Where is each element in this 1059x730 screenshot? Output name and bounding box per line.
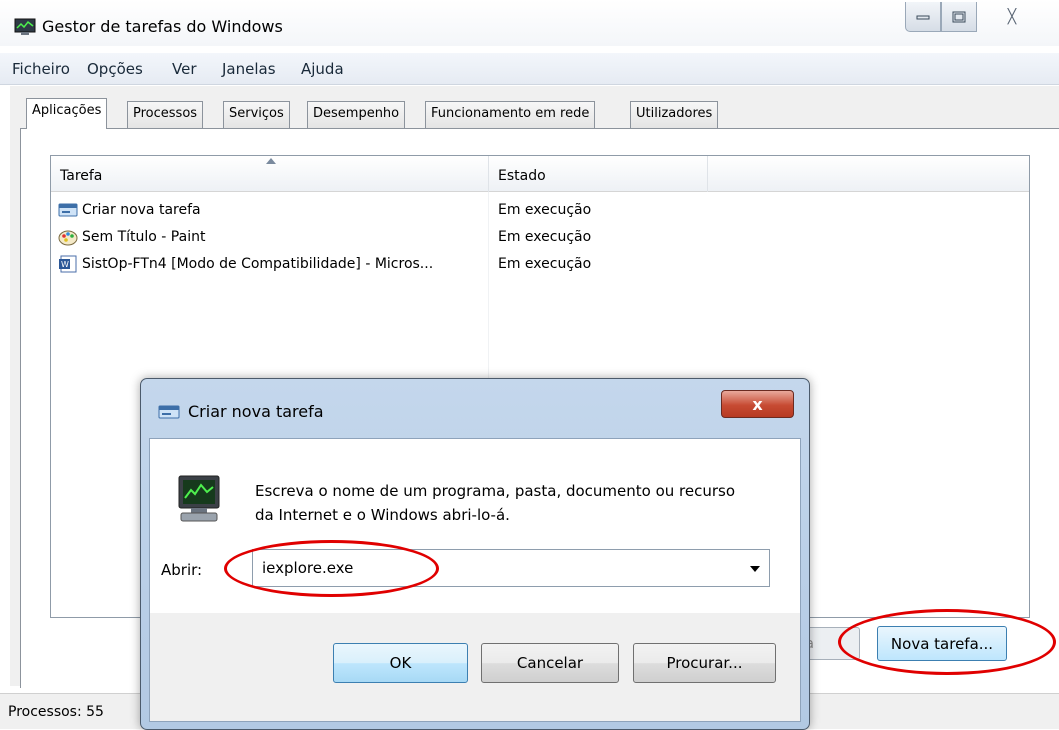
close-icon: x (752, 394, 763, 414)
tab-utilizadores[interactable]: Utilizadores (630, 101, 719, 128)
task-name: Sem Título - Paint (82, 229, 206, 245)
menu-opcoes[interactable]: Opções (87, 60, 143, 78)
maximize-button[interactable] (941, 2, 977, 32)
column-header-tarefa[interactable]: Tarefa (60, 168, 102, 184)
menu-ver[interactable]: Ver (172, 60, 197, 78)
maximize-icon (952, 11, 966, 22)
menu-ficheiro[interactable]: Ficheiro (12, 60, 70, 78)
minimize-icon (916, 15, 930, 19)
run-dialog-icon (58, 203, 78, 217)
sort-ascending-icon (266, 158, 276, 164)
dialog-close-button[interactable]: x (721, 390, 794, 418)
word-icon: W (59, 255, 77, 273)
open-label: Abrir: (161, 561, 203, 579)
task-manager-icon (14, 18, 36, 35)
menu-ajuda[interactable]: Ajuda (301, 60, 344, 78)
column-separator[interactable] (707, 156, 708, 192)
column-header-estado[interactable]: Estado (498, 168, 546, 184)
close-icon: ╳ (1007, 8, 1017, 25)
highlight-ellipse-new-task (838, 609, 1056, 675)
task-state: Em execução (498, 202, 592, 218)
task-row[interactable]: Criar nova tarefa Em execução (58, 199, 618, 223)
dropdown-arrow-icon[interactable] (750, 566, 760, 572)
column-separator[interactable] (488, 156, 489, 192)
svg-text:W: W (61, 260, 69, 269)
paint-icon (58, 230, 78, 246)
task-state: Em execução (498, 256, 592, 272)
tab-funcionamento-em-rede[interactable]: Funcionamento em rede (425, 101, 596, 128)
task-row[interactable]: Sem Título - Paint Em execução (58, 226, 618, 250)
window-title: Gestor de tarefas do Windows (42, 17, 283, 36)
task-state: Em execução (498, 229, 592, 245)
dialog-message: Escreva o nome de um programa, pasta, do… (255, 482, 736, 524)
dialog-title: Criar nova tarefa (188, 402, 324, 421)
tab-desempenho[interactable]: Desempenho (307, 101, 406, 128)
minimize-button[interactable] (905, 2, 941, 32)
menu-bar: Ficheiro Opções Ver Janelas Ajuda (0, 53, 1059, 85)
ok-button[interactable]: OK (333, 643, 468, 683)
task-row[interactable]: W SistOp-FTn4 [Modo de Compatibilidade] … (58, 253, 618, 277)
tab-servicos[interactable]: Serviços (223, 101, 290, 128)
run-program-icon (178, 475, 220, 522)
status-processes: Processos: 55 (8, 704, 104, 720)
menu-janelas[interactable]: Janelas (222, 60, 276, 78)
tab-processos[interactable]: Processos (127, 101, 204, 128)
cancel-button[interactable]: Cancelar (481, 643, 619, 683)
run-dialog-icon (158, 405, 180, 419)
task-name: Criar nova tarefa (82, 202, 201, 218)
highlight-ellipse-input (224, 540, 439, 597)
tab-aplicacoes[interactable]: Aplicações (26, 98, 108, 129)
close-button[interactable]: ╳ (977, 2, 1047, 32)
browse-button[interactable]: Procurar... (633, 643, 776, 683)
task-name: SistOp-FTn4 [Modo de Compatibilidade] - … (82, 256, 434, 272)
